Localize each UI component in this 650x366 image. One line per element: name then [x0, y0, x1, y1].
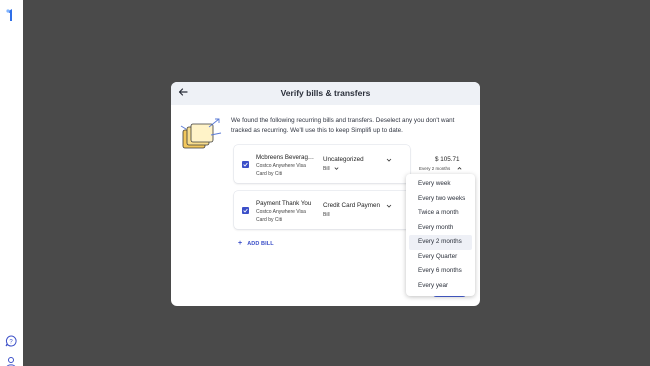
check-icon — [243, 208, 248, 213]
recurring-bills-illustration-icon — [180, 118, 222, 149]
dropdown-option[interactable]: Twice a month — [409, 206, 472, 221]
bill-account: Costco Anywhere Visa Card by Citi — [256, 163, 306, 177]
dropdown-option[interactable]: Every year — [409, 279, 472, 294]
left-sidebar: ? — [0, 0, 23, 366]
dropdown-option[interactable]: Every two weeks — [409, 192, 472, 207]
bill-type-select[interactable]: Bill — [323, 166, 330, 172]
simplifi-logo-icon[interactable] — [5, 8, 17, 22]
bill-payee: Payment Thank You — [256, 200, 312, 207]
dropdown-option[interactable]: Every 6 months — [409, 264, 472, 279]
chevron-down-icon[interactable] — [386, 203, 392, 209]
bill-type-label: Bill — [323, 212, 330, 218]
bill-payee: Mcbreens Beverag… — [256, 154, 315, 161]
frequency-select[interactable]: Every 2 months — [419, 166, 450, 171]
chevron-down-icon[interactable] — [334, 166, 339, 171]
user-icon[interactable] — [5, 356, 17, 366]
bill-card[interactable]: Payment Thank You Costco Anywhere Visa C… — [234, 191, 410, 229]
bill-category-select[interactable]: Uncategorized — [323, 156, 387, 163]
dropdown-option[interactable]: Every week — [409, 177, 472, 192]
frequency-dropdown-menu: Every week Every two weeks Twice a month… — [406, 174, 475, 296]
bill-card[interactable]: Mcbreens Beverag… Costco Anywhere Visa C… — [234, 145, 410, 183]
chevron-down-icon[interactable] — [386, 157, 392, 163]
bill-account: Costco Anywhere Visa Card by Citi — [256, 209, 306, 223]
bill-checkbox[interactable] — [242, 207, 249, 214]
bill-category-select[interactable]: Credit Card Paymen — [323, 202, 387, 209]
add-bill-label: ADD BILL — [247, 241, 274, 247]
intro-text: We found the following recurring bills a… — [231, 117, 455, 134]
add-bill-button[interactable]: + ADD BILL — [238, 240, 274, 247]
dropdown-option[interactable]: Every Quarter — [409, 250, 472, 265]
chevron-up-icon[interactable] — [457, 166, 462, 171]
help-icon[interactable]: ? — [5, 335, 17, 347]
svg-text:?: ? — [9, 339, 13, 345]
bill-amount: $ 105.71 — [435, 156, 460, 163]
dropdown-option[interactable]: Every month — [409, 221, 472, 236]
bill-checkbox[interactable] — [242, 161, 249, 168]
plus-icon: + — [238, 240, 243, 247]
check-icon — [243, 162, 248, 167]
modal-header: Verify bills & transfers — [171, 82, 480, 105]
modal-title: Verify bills & transfers — [280, 88, 371, 98]
dropdown-option-selected[interactable]: Every 2 months — [409, 235, 472, 250]
